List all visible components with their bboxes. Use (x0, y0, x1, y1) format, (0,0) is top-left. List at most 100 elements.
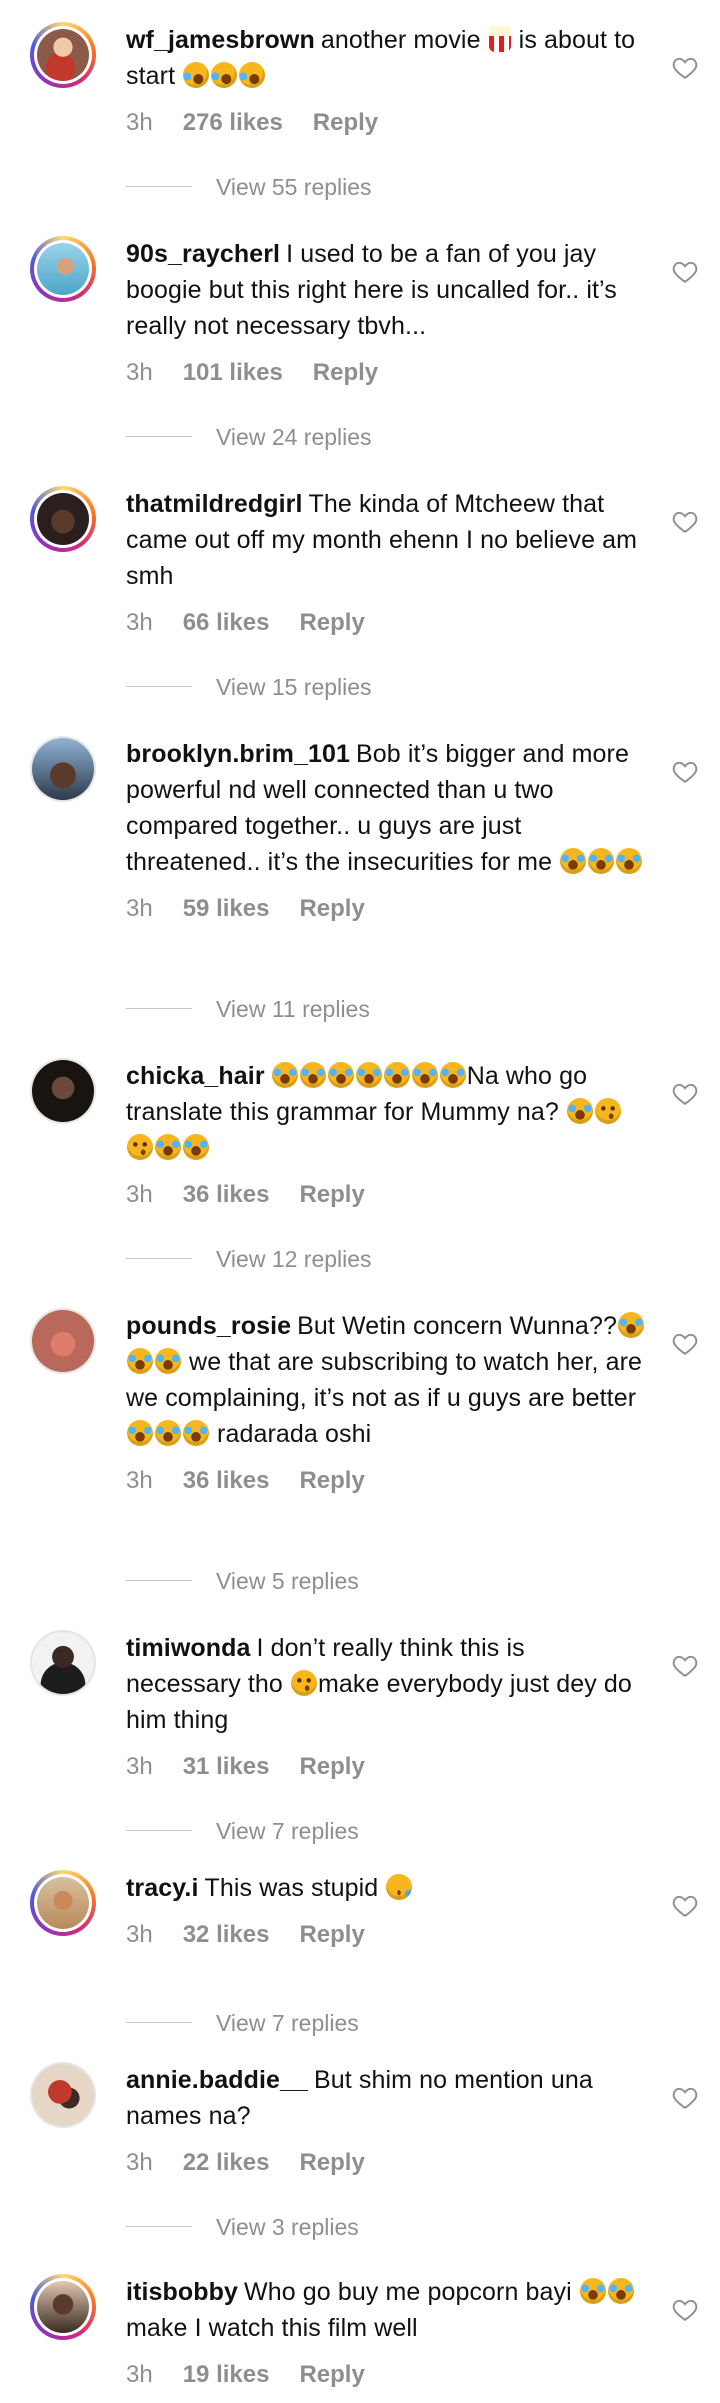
reply-button[interactable]: Reply (299, 2149, 364, 2176)
heart-icon[interactable] (672, 2298, 698, 2322)
comment-username[interactable]: tracy.i (126, 1874, 199, 1902)
likes-count[interactable]: 22 likes (183, 2149, 270, 2176)
comment-username[interactable]: brooklyn.brim_101 (126, 740, 350, 768)
avatar-image (37, 29, 89, 81)
joy-emoji (127, 1420, 153, 1446)
reply-button[interactable]: Reply (299, 1181, 364, 1208)
avatar[interactable] (30, 736, 96, 802)
avatar[interactable] (30, 236, 96, 302)
joy-emoji (183, 1420, 209, 1446)
view-replies-button[interactable]: View 15 replies (0, 672, 720, 702)
comment-time: 3h (126, 359, 153, 386)
comment-username[interactable]: chicka_hair (126, 1062, 265, 1090)
likes-count[interactable]: 19 likes (183, 2361, 270, 2388)
likes-count[interactable]: 36 likes (183, 1467, 270, 1494)
comment-text: itisbobby Who go buy me popcorn bayi make… (126, 2274, 646, 2346)
avatar[interactable] (30, 1308, 96, 1374)
comment-text: wf_jamesbrown another movie is about to s… (126, 22, 646, 94)
likes-count[interactable]: 66 likes (183, 609, 270, 636)
comment-time: 3h (126, 895, 153, 922)
avatar[interactable] (30, 1630, 96, 1696)
joy-emoji (327, 1062, 354, 1088)
view-replies-button[interactable]: View 55 replies (0, 172, 720, 202)
heart-icon[interactable] (672, 1654, 698, 1678)
heart-icon[interactable] (672, 510, 698, 534)
divider (126, 2226, 192, 2227)
comment-time: 3h (126, 1181, 153, 1208)
comment-text: annie.baddie__ But shim no mention una na… (126, 2066, 593, 2130)
popcorn-emoji (488, 26, 511, 52)
heart-icon[interactable] (672, 1332, 698, 1356)
divider (126, 1258, 192, 1259)
comment-username[interactable]: wf_jamesbrown (126, 26, 315, 54)
heart-icon[interactable] (672, 1894, 698, 1918)
avatar[interactable] (30, 486, 96, 552)
view-replies-button[interactable]: View 24 replies (0, 422, 720, 452)
joy-emoji (588, 848, 615, 874)
comment-time: 3h (126, 109, 153, 136)
view-replies-button[interactable]: View 12 replies (0, 1244, 720, 1274)
joy-emoji (439, 1062, 466, 1088)
smirk-emoji (594, 1098, 621, 1124)
joy-emoji (127, 1348, 153, 1374)
divider (126, 436, 192, 437)
reply-button[interactable]: Reply (299, 2361, 364, 2388)
reply-button[interactable]: Reply (299, 1467, 364, 1494)
likes-count[interactable]: 31 likes (183, 1753, 270, 1780)
comment-text: chicka_hair Na who go translate this gram… (126, 1058, 646, 1166)
heart-icon[interactable] (672, 56, 698, 80)
avatar-image (37, 493, 89, 545)
view-replies-button[interactable]: View 3 replies (0, 2212, 720, 2242)
view-replies-button[interactable]: View 7 replies (0, 2008, 720, 2038)
heart-icon[interactable] (672, 1082, 698, 1106)
joy-emoji (579, 2278, 606, 2304)
comment-username[interactable]: 90s_raycherl (126, 240, 280, 268)
reply-button[interactable]: Reply (313, 109, 378, 136)
joy-emoji (607, 2278, 634, 2304)
heart-icon[interactable] (672, 760, 698, 784)
heart-icon[interactable] (672, 260, 698, 284)
joy-emoji (560, 848, 587, 874)
likes-count[interactable]: 276 likes (183, 109, 283, 136)
rofl-emoji (234, 57, 270, 93)
view-replies-button[interactable]: View 7 replies (0, 1816, 720, 1846)
rofl-emoji (206, 57, 242, 93)
smirk-emoji (291, 1670, 317, 1696)
comment-username[interactable]: itisbobby (126, 2278, 238, 2306)
avatar[interactable] (30, 2062, 96, 2128)
joy-emoji (183, 1134, 209, 1160)
joy-emoji (617, 1312, 644, 1338)
reply-button[interactable]: Reply (299, 895, 364, 922)
comment-time: 3h (126, 2149, 153, 2176)
likes-count[interactable]: 32 likes (183, 1921, 270, 1948)
comment-username[interactable]: annie.baddie__ (126, 2066, 308, 2094)
comment-time: 3h (126, 2361, 153, 2388)
reply-button[interactable]: Reply (299, 1753, 364, 1780)
divider (126, 1008, 192, 1009)
view-replies-button[interactable]: View 11 replies (0, 994, 720, 1024)
comment-username[interactable]: thatmildredgirl (126, 490, 303, 518)
comment-text: tracy.i This was stupid (126, 1870, 646, 1906)
likes-count[interactable]: 59 likes (183, 895, 270, 922)
likes-count[interactable]: 101 likes (183, 359, 283, 386)
avatar-image (32, 1060, 94, 1122)
avatar[interactable] (30, 22, 96, 88)
joy-emoji (411, 1062, 438, 1088)
comment-username[interactable]: pounds_rosie (126, 1312, 291, 1340)
avatar[interactable] (30, 2274, 96, 2340)
likes-count[interactable]: 36 likes (183, 1181, 270, 1208)
divider (126, 686, 192, 687)
reply-button[interactable]: Reply (313, 359, 378, 386)
view-replies-button[interactable]: View 5 replies (0, 1566, 720, 1596)
heart-icon[interactable] (672, 2086, 698, 2110)
avatar-image (37, 1877, 89, 1929)
reply-button[interactable]: Reply (299, 1921, 364, 1948)
comment-username[interactable]: timiwonda (126, 1634, 251, 1662)
avatar[interactable] (30, 1058, 96, 1124)
comment-text: thatmildredgirl The kinda of Mtcheew that… (126, 490, 638, 590)
sleepy-emoji (386, 1874, 413, 1900)
comment-time: 3h (126, 1921, 153, 1948)
reply-button[interactable]: Reply (299, 609, 364, 636)
comment-text: brooklyn.brim_101 Bob it’s bigger and mor… (126, 736, 646, 880)
avatar[interactable] (30, 1870, 96, 1936)
